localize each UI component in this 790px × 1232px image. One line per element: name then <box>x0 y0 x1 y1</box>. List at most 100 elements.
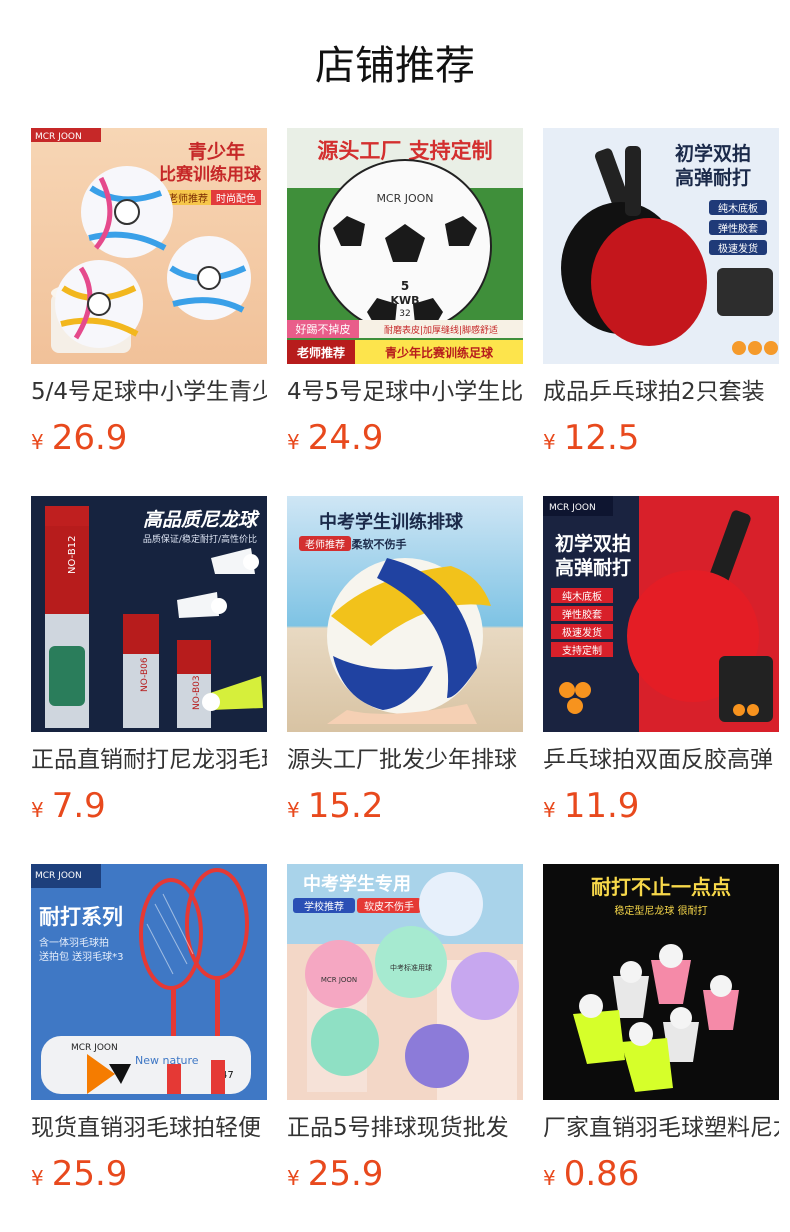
price-amount: 25.9 <box>307 1154 384 1194</box>
price-amount: 26.9 <box>51 418 128 458</box>
product-image-volleyball[interactable]: 中考学生训练排球 老师推荐 柔软不伤手 <box>287 496 523 732</box>
svg-text:好踢不掉皮: 好踢不掉皮 <box>296 322 351 336</box>
product-name[interactable]: 现货直销羽毛球拍轻便 <box>31 1112 267 1144</box>
product-card[interactable]: 初学双拍 高弹耐打 纯木底板 弹性胶套 极速发货 成品乒乓球拍2只套装 ¥12.… <box>543 128 779 464</box>
svg-text:中考学生训练排球: 中考学生训练排球 <box>319 511 464 533</box>
currency-symbol: ¥ <box>287 430 300 454</box>
currency-symbol: ¥ <box>287 798 300 822</box>
svg-text:柔软不伤手: 柔软不伤手 <box>351 537 407 551</box>
product-image-ping-pong-paddles[interactable]: 初学双拍 高弹耐打 纯木底板 弹性胶套 极速发货 <box>543 128 779 364</box>
svg-text:初学双拍: 初学双拍 <box>555 532 631 555</box>
svg-text:软皮不伤手: 软皮不伤手 <box>364 900 414 913</box>
product-image-plastic-shuttlecocks[interactable]: 耐打不止一点点 稳定型尼龙球 很耐打 <box>543 864 779 1100</box>
svg-text:中考标准用球: 中考标准用球 <box>390 963 432 972</box>
product-card[interactable]: 中考学生训练排球 老师推荐 柔软不伤手 源头工厂批发少年排球 ¥15.2 <box>287 496 523 832</box>
price-amount: 0.86 <box>563 1154 640 1194</box>
product-card[interactable]: MCR JOON 初学双拍 高弹耐打 纯木底板 弹性胶套 极速发货 支持定制 乒… <box>543 496 779 832</box>
product-card[interactable]: 耐打不止一点点 稳定型尼龙球 很耐打 厂家直销羽毛球塑料尼龙球 ¥0.86 <box>543 864 779 1200</box>
svg-text:New nature: New nature <box>135 1054 199 1067</box>
svg-text:MCR JOON: MCR JOON <box>71 1043 118 1053</box>
svg-text:KWB: KWB <box>390 294 419 307</box>
svg-text:耐磨表皮|加厚缝线|脚感舒适: 耐磨表皮|加厚缝线|脚感舒适 <box>384 324 498 336</box>
product-price: ¥24.9 <box>287 416 523 460</box>
product-name[interactable]: 正品直销耐打尼龙羽毛球 <box>31 744 267 776</box>
svg-text:弹性胶套: 弹性胶套 <box>562 608 602 621</box>
product-card[interactable]: MCR JOON 耐打系列 含一体羽毛球拍 送拍包 送羽毛球*3 MCR JOO… <box>31 864 267 1200</box>
svg-text:5: 5 <box>401 279 409 293</box>
svg-text:纯木底板: 纯木底板 <box>562 590 602 603</box>
svg-text:耐打不止一点点: 耐打不止一点点 <box>591 875 731 899</box>
price-amount: 25.9 <box>51 1154 128 1194</box>
svg-text:MCR JOON: MCR JOON <box>549 503 596 513</box>
currency-symbol: ¥ <box>31 430 44 454</box>
svg-text:高弹耐打: 高弹耐打 <box>555 556 631 579</box>
svg-text:32: 32 <box>399 309 410 319</box>
product-price: ¥0.86 <box>543 1152 779 1196</box>
price-amount: 15.2 <box>307 786 384 826</box>
product-name[interactable]: 厂家直销羽毛球塑料尼龙球 <box>543 1112 779 1144</box>
currency-symbol: ¥ <box>543 430 556 454</box>
product-price: ¥15.2 <box>287 784 523 828</box>
svg-text:支持定制: 支持定制 <box>562 644 602 657</box>
product-price: ¥26.9 <box>31 416 267 460</box>
svg-text:高弹耐打: 高弹耐打 <box>675 166 751 189</box>
svg-text:弹性胶套: 弹性胶套 <box>718 222 758 235</box>
product-name[interactable]: 乒乓球拍双面反胶高弹 <box>543 744 779 776</box>
price-amount: 7.9 <box>51 786 106 826</box>
product-name[interactable]: 5/4号足球中小学生青少年比赛训练用球 <box>31 376 267 408</box>
svg-text:极速发货: 极速发货 <box>718 242 758 255</box>
product-image-soccer-balls[interactable]: MCR JOON 青少年 比赛训练用球 老师推荐 时尚配色 <box>31 128 267 364</box>
svg-text:老师推荐: 老师推荐 <box>305 538 345 551</box>
svg-text:MCR JOON: MCR JOON <box>35 871 82 881</box>
currency-symbol: ¥ <box>31 1166 44 1190</box>
svg-text:老师推荐: 老师推荐 <box>297 345 345 360</box>
currency-symbol: ¥ <box>287 1166 300 1190</box>
svg-text:学校推荐: 学校推荐 <box>304 900 344 913</box>
svg-text:比赛训练用球: 比赛训练用球 <box>159 164 262 185</box>
product-image-ping-pong-paddle-red[interactable]: MCR JOON 初学双拍 高弹耐打 纯木底板 弹性胶套 极速发货 支持定制 <box>543 496 779 732</box>
svg-text:NO-B12: NO-B12 <box>67 536 78 574</box>
product-card[interactable]: 源头工厂 支持定制 MCR JOON 5 KWB 32 好踢不掉皮 耐磨表皮|加… <box>287 128 523 464</box>
svg-text:高品质尼龙球: 高品质尼龙球 <box>143 509 260 531</box>
currency-symbol: ¥ <box>31 798 44 822</box>
product-image-soccer-ball[interactable]: 源头工厂 支持定制 MCR JOON 5 KWB 32 好踢不掉皮 耐磨表皮|加… <box>287 128 523 364</box>
brand-logo: MCR JOON <box>35 132 82 142</box>
svg-text:极速发货: 极速发货 <box>562 626 602 639</box>
price-amount: 24.9 <box>307 418 384 458</box>
svg-text:中考学生专用: 中考学生专用 <box>303 873 411 895</box>
svg-text:MCR JOON: MCR JOON <box>376 192 433 205</box>
svg-text:NO-B03: NO-B03 <box>192 675 202 710</box>
section-title: 店铺推荐 <box>315 43 475 89</box>
product-price: ¥25.9 <box>31 1152 267 1196</box>
product-card[interactable]: MCR JOON 青少年 比赛训练用球 老师推荐 时尚配色 5/4号足球中小学生… <box>31 128 267 464</box>
svg-text:送拍包 送羽毛球*3: 送拍包 送羽毛球*3 <box>39 950 124 963</box>
svg-text:耐打系列: 耐打系列 <box>39 905 123 929</box>
svg-text:含一体羽毛球拍: 含一体羽毛球拍 <box>39 936 109 949</box>
svg-text:老师推荐: 老师推荐 <box>168 192 208 205</box>
product-name[interactable]: 正品5号排球现货批发 <box>287 1112 523 1144</box>
product-name[interactable]: 成品乒乓球拍2只套装 <box>543 376 779 408</box>
product-image-badminton-rackets[interactable]: MCR JOON 耐打系列 含一体羽毛球拍 送拍包 送羽毛球*3 MCR JOO… <box>31 864 267 1100</box>
svg-text:青少年: 青少年 <box>188 140 245 163</box>
svg-text:稳定型尼龙球 很耐打: 稳定型尼龙球 很耐打 <box>614 904 707 917</box>
svg-text:纯木底板: 纯木底板 <box>718 202 758 215</box>
svg-text:青少年比赛训练足球: 青少年比赛训练足球 <box>385 345 494 360</box>
svg-text:时尚配色: 时尚配色 <box>216 192 256 205</box>
svg-text:品质保证/稳定耐打/高性价比: 品质保证/稳定耐打/高性价比 <box>143 533 257 545</box>
product-name[interactable]: 4号5号足球中小学生比赛训练足球 <box>287 376 523 408</box>
product-price: ¥7.9 <box>31 784 267 828</box>
product-price: ¥11.9 <box>543 784 779 828</box>
currency-symbol: ¥ <box>543 1166 556 1190</box>
product-name[interactable]: 源头工厂批发少年排球 <box>287 744 523 776</box>
svg-text:初学双拍: 初学双拍 <box>675 142 751 165</box>
currency-symbol: ¥ <box>543 798 556 822</box>
product-price: ¥12.5 <box>543 416 779 460</box>
product-card[interactable]: 高品质尼龙球 品质保证/稳定耐打/高性价比 NO-B12 NO-B06 NO-B… <box>31 496 267 832</box>
svg-text:MCR JOON: MCR JOON <box>321 976 357 984</box>
product-card[interactable]: 中考学生专用 学校推荐 软皮不伤手 MCR JOON 中考标准用球 正品5号排球… <box>287 864 523 1200</box>
product-image-shuttlecocks[interactable]: 高品质尼龙球 品质保证/稳定耐打/高性价比 NO-B12 NO-B06 NO-B… <box>31 496 267 732</box>
price-amount: 11.9 <box>563 786 640 826</box>
price-amount: 12.5 <box>563 418 640 458</box>
product-image-volleyballs-pastel[interactable]: 中考学生专用 学校推荐 软皮不伤手 MCR JOON 中考标准用球 <box>287 864 523 1100</box>
svg-text:NO-B06: NO-B06 <box>140 657 150 692</box>
